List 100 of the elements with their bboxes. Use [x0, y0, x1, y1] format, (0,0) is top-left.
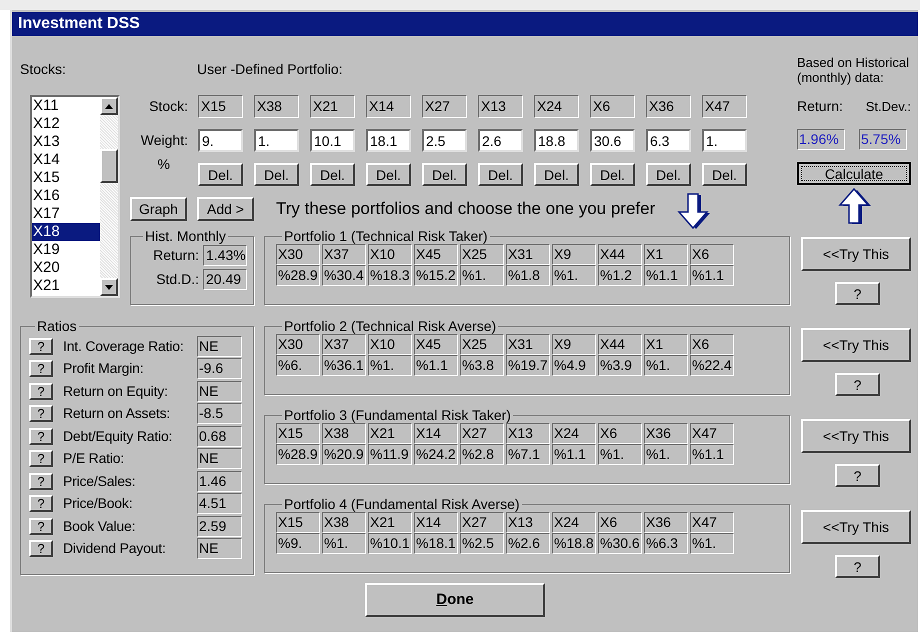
help-button[interactable]: ? [29, 450, 53, 468]
list-item[interactable]: X13 [32, 133, 100, 151]
stock-cell: X9 [552, 244, 596, 265]
stock-cell: X10 [368, 244, 412, 265]
ratio-value: NE [197, 538, 242, 560]
help-button[interactable]: ? [29, 428, 53, 445]
list-item[interactable]: X15 [32, 169, 100, 187]
stock-list[interactable]: X11 X12 X13 X14 X15 X16 X17 X18 X19 X20 X21 [30, 95, 120, 298]
list-item[interactable]: X12 [32, 115, 100, 133]
stock-cell: X36 [644, 512, 688, 533]
stock-cell: X15 [198, 95, 243, 118]
stock-cell: X21 [368, 512, 412, 533]
delete-button[interactable]: Del. [310, 163, 355, 186]
scroll-thumb[interactable] [100, 149, 118, 183]
stock-cell: X13 [478, 95, 523, 118]
stock-cell: X38 [322, 423, 366, 444]
try-button[interactable]: <<Try This [801, 419, 911, 453]
delete-button[interactable]: Del. [646, 163, 691, 186]
stock-cell: X1 [644, 334, 688, 355]
help-button[interactable]: ? [835, 282, 880, 305]
delete-button[interactable]: Del. [422, 163, 467, 186]
weight-cell: %1. [644, 355, 688, 376]
weight-cell: %18.1 [414, 533, 458, 554]
list-item[interactable]: X18 [32, 223, 100, 241]
ratio-label: Price/Sales: [63, 472, 136, 491]
stock-cell: X9 [552, 334, 596, 355]
delete-button[interactable]: Del. [198, 163, 243, 186]
group-title: Hist. Monthly [144, 229, 227, 243]
stock-cell: X31 [506, 244, 550, 265]
delete-button[interactable]: Del. [534, 163, 579, 186]
stock-cell: X44 [598, 334, 642, 355]
weight-field[interactable]: 10.1 [310, 129, 355, 152]
weight-cell: %2.5 [460, 533, 504, 554]
try-button[interactable]: <<Try This [801, 237, 911, 271]
weight-field[interactable]: 30.6 [590, 129, 635, 152]
prompt-text: Try these portfolios and choose the one you prefer [276, 198, 656, 220]
weight-cell: %1.1 [552, 444, 596, 465]
help-button[interactable]: ? [29, 518, 53, 535]
list-item[interactable]: X14 [32, 151, 100, 169]
help-button[interactable]: ? [29, 495, 53, 512]
list-item[interactable]: X19 [32, 241, 100, 259]
try-button[interactable]: <<Try This [801, 328, 911, 362]
weight-cell: %19.7 [506, 355, 550, 376]
done-button[interactable]: Done [365, 583, 545, 617]
window-title: Investment DSS [18, 14, 140, 34]
weight-cell: %1. [598, 444, 642, 465]
ratio-label: Debt/Equity Ratio: [63, 426, 174, 446]
stock-cell: X14 [414, 512, 458, 533]
weight-cell: %1. [690, 533, 734, 554]
help-button[interactable]: ? [835, 555, 880, 578]
weight-field[interactable]: 9. [198, 129, 243, 152]
delete-button[interactable]: Del. [478, 163, 523, 186]
stock-cell: X21 [310, 95, 355, 118]
scrollbar[interactable] [100, 97, 118, 296]
weight-field[interactable]: 2.6 [478, 129, 523, 152]
help-button[interactable]: ? [29, 360, 53, 378]
calculate-button[interactable]: Calculate [797, 162, 911, 185]
ratio-value: 2.59 [197, 516, 242, 537]
value-cell: 20.49 [203, 269, 247, 290]
list-item[interactable]: X20 [32, 259, 100, 277]
weight-field[interactable]: 18.8 [534, 129, 579, 152]
stock-cell: X38 [254, 95, 299, 118]
delete-button[interactable]: Del. [254, 163, 299, 186]
weight-field[interactable]: 18.1 [366, 129, 411, 152]
scroll-down-button[interactable] [100, 278, 118, 296]
list-item[interactable]: X11 [32, 97, 100, 115]
help-button[interactable]: ? [29, 472, 53, 490]
weight-field[interactable]: 2.5 [422, 129, 467, 152]
stock-cell: X14 [366, 95, 411, 118]
scroll-up-button[interactable] [100, 97, 118, 115]
stock-cell: X24 [552, 512, 596, 533]
list-item[interactable]: X17 [32, 205, 100, 223]
list-item[interactable]: X16 [32, 187, 100, 205]
help-button[interactable]: ? [29, 338, 53, 355]
weight-field[interactable]: 1. [254, 129, 299, 152]
help-button[interactable]: ? [29, 405, 53, 422]
graph-button[interactable]: Graph [130, 197, 187, 221]
try-button[interactable]: <<Try This [801, 510, 911, 544]
ratio-label: Price/Book: [63, 494, 134, 514]
add-button[interactable]: Add > [197, 197, 254, 221]
weight-cell: %30.6 [598, 533, 642, 554]
weight-field[interactable]: 6.3 [646, 129, 691, 152]
stock-cell: X6 [690, 244, 734, 265]
delete-button[interactable]: Del. [702, 163, 747, 186]
stock-cell: X24 [534, 95, 579, 118]
list-item[interactable]: X21 [32, 277, 100, 295]
help-button[interactable]: ? [29, 540, 53, 558]
weight-cell: %1. [368, 355, 412, 376]
help-button[interactable]: ? [835, 464, 880, 487]
delete-button[interactable]: Del. [590, 163, 635, 186]
ratio-label: Profit Margin: [63, 359, 144, 378]
ratio-label: Int. Coverage Ratio: [63, 336, 185, 356]
delete-button[interactable]: Del. [366, 163, 411, 186]
help-button[interactable]: ? [29, 382, 53, 400]
group-title: Portfolio 2 (Technical Risk Averse) [283, 319, 498, 333]
weight-cell: %1. [552, 265, 596, 286]
help-button[interactable]: ? [835, 373, 880, 396]
weight-cell: %30.4 [322, 265, 366, 286]
weight-field[interactable]: 1. [702, 129, 747, 152]
column-label: Return: [797, 97, 843, 116]
